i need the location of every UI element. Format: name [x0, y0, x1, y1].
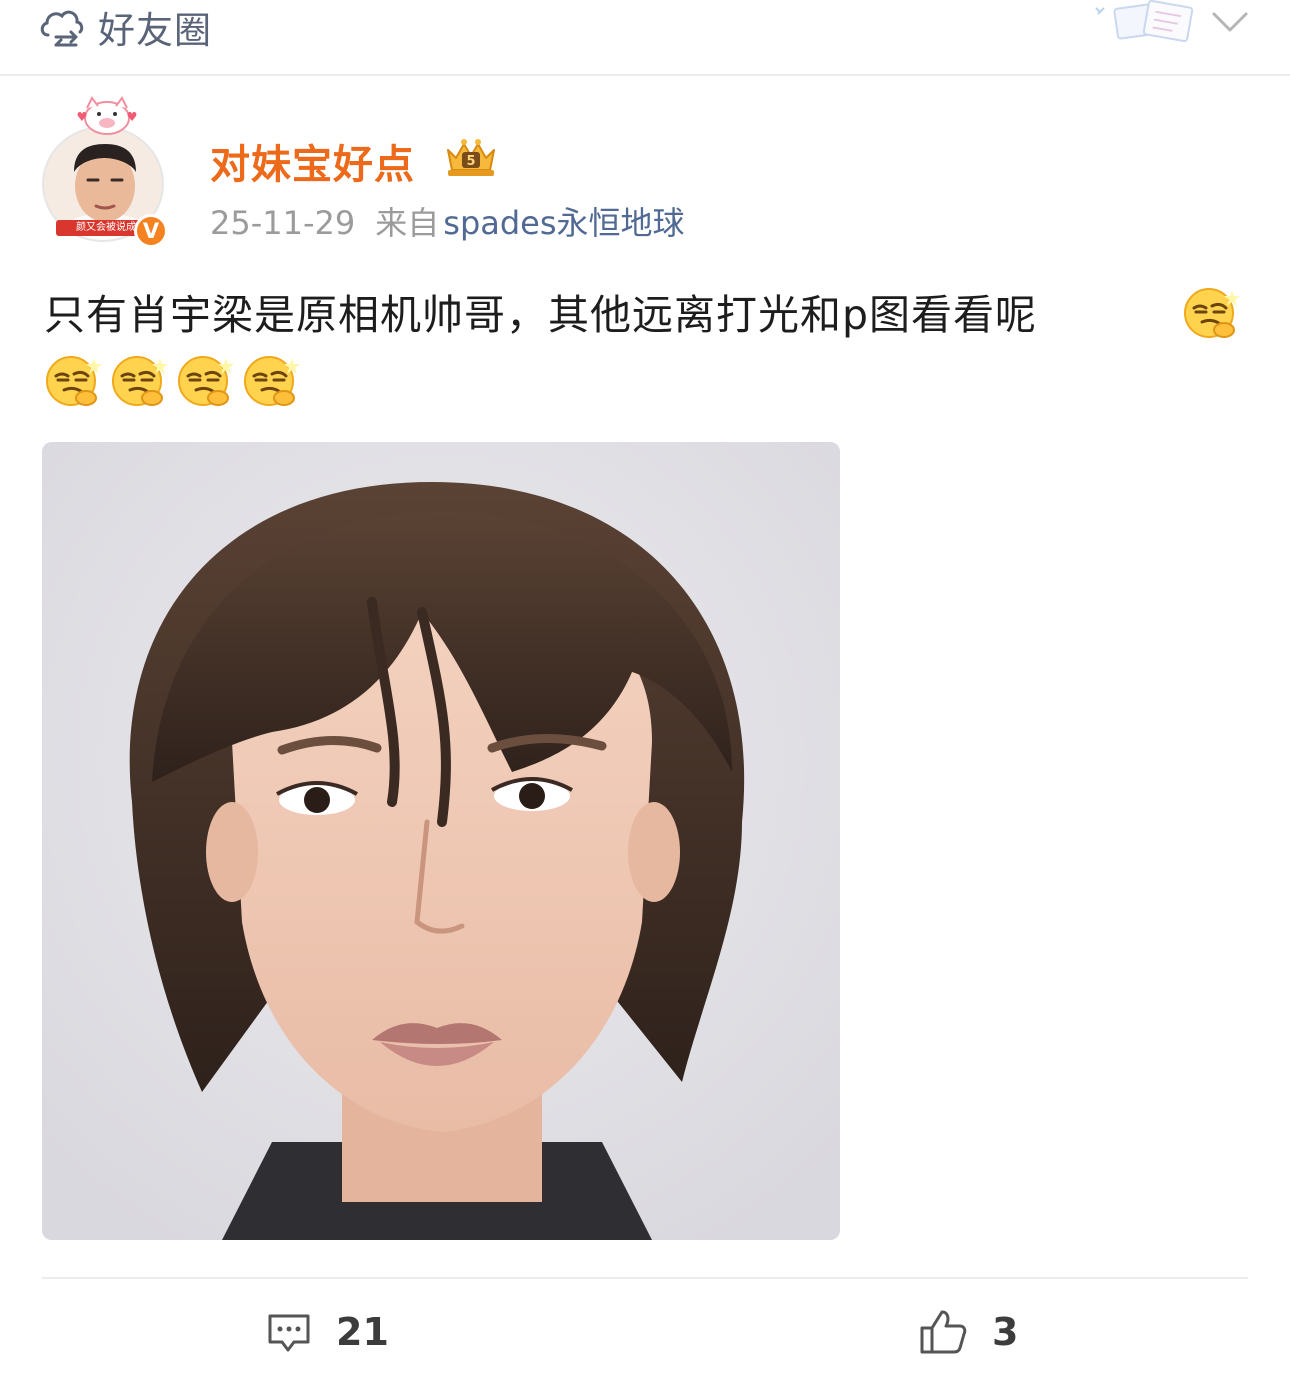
thinking-smirk-emoji-icon [1184, 288, 1240, 338]
verified-badge: V [134, 214, 168, 248]
post-image[interactable] [42, 442, 840, 1240]
notebook-sticker-icon [1095, 0, 1194, 43]
thinking-smirk-emoji-icon [112, 356, 168, 406]
thinking-smirk-emoji-icon [178, 356, 234, 406]
comment-button[interactable]: 21 [266, 1302, 389, 1362]
portrait-photo [42, 442, 840, 1240]
thumbs-up-icon [920, 1310, 967, 1354]
emoji-row [44, 352, 308, 410]
svg-text:5: 5 [466, 154, 475, 169]
thinking-smirk-emoji-icon [46, 356, 102, 406]
like-button[interactable]: 3 [918, 1302, 1018, 1362]
cloud-share-icon [38, 5, 86, 49]
visibility-selector[interactable]: 好友圈 [38, 2, 212, 52]
from-label: 来自 [375, 204, 440, 242]
thinking-smirk-emoji-icon [244, 356, 300, 406]
pig-avatar-frame-icon [77, 96, 137, 135]
comment-count: 21 [336, 1310, 389, 1354]
like-count: 3 [992, 1310, 1019, 1354]
post-text: 只有肖宇梁是原相机帅哥，其他远离打光和p图看看呢 [44, 291, 1038, 339]
chevron-down-icon[interactable] [1208, 6, 1252, 40]
top-bar: 好友圈 [0, 0, 1290, 76]
post-meta: 25-11-29 来自 spades永恒地球 [210, 198, 685, 244]
visibility-label: 好友圈 [98, 9, 212, 52]
action-divider [42, 1277, 1248, 1279]
comment-icon [268, 1314, 310, 1352]
crown-level-badge-icon[interactable]: 5 [442, 134, 500, 178]
source-link[interactable]: spades永恒地球 [443, 198, 684, 244]
author-name[interactable]: 对妹宝好点 [210, 132, 415, 190]
post-time: 25-11-29 [210, 204, 356, 242]
